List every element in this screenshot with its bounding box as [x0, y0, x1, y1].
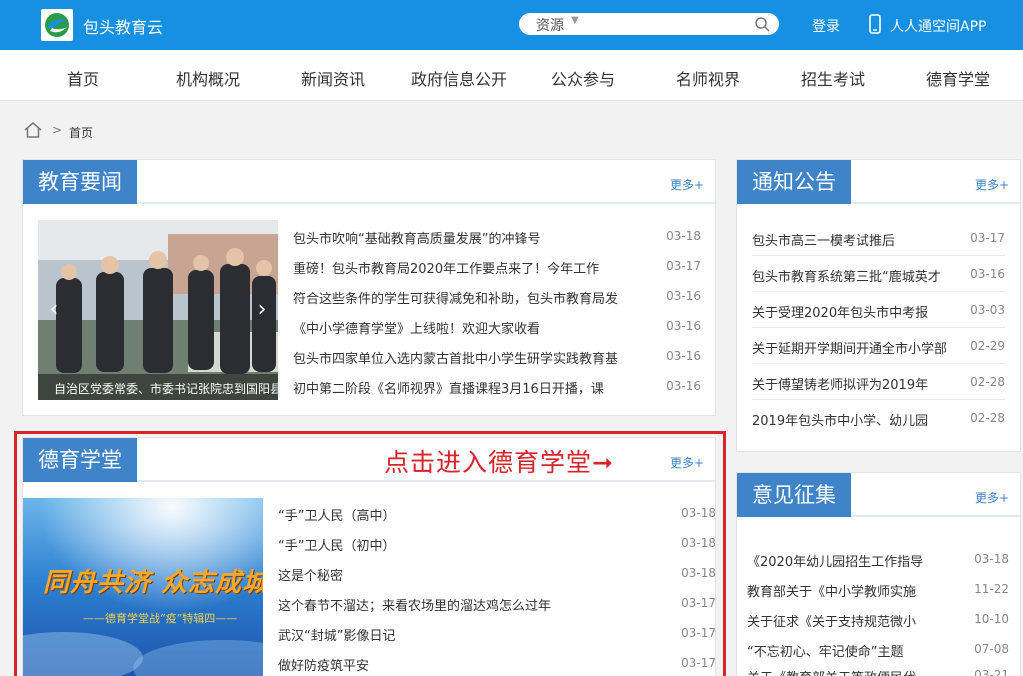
nav-item-moral-hall[interactable]: 德育学堂: [926, 66, 990, 90]
main-nav: 首页 机构概况 新闻资讯 政府信息公开 公众参与 名师视界 招生考试 德育学堂: [0, 50, 1023, 101]
news-date: 03-18: [666, 229, 701, 243]
education-news-panel: 教育要闻 更多+ ‹ › 自治区党委常委、市委书记张院忠到国阳县 包头市吹响“基…: [22, 159, 716, 416]
list-item[interactable]: 初中第二阶段《名师视界》直播课程3月16日开播，课 03-16: [293, 371, 701, 401]
panel-title[interactable]: 通知公告: [737, 160, 851, 204]
notice-date: 02-28: [970, 411, 1005, 425]
panel-header: 教育要闻 更多+: [23, 160, 715, 204]
news-date: 03-16: [666, 349, 701, 363]
nav-item-public-participation[interactable]: 公众参与: [551, 66, 615, 90]
list-item[interactable]: 《中小学德育学堂》上线啦！欢迎大家收看 03-16: [293, 311, 701, 341]
top-bar: 包头教育云 资源 ▼ 登录 人人通空间APP: [0, 0, 1023, 50]
login-link[interactable]: 登录: [812, 16, 840, 36]
list-item[interactable]: 包头市教育系统第三批“鹿城英才 03-16: [752, 256, 1005, 292]
panel-title[interactable]: 教育要闻: [23, 160, 137, 204]
nav-item-organization[interactable]: 机构概况: [176, 66, 240, 90]
opinion-title[interactable]: 《2020年幼儿园招生工作指导: [747, 551, 957, 570]
search-icon[interactable]: [754, 16, 770, 32]
notice-title[interactable]: 关于延期开学期间开通全市小学部: [752, 338, 964, 357]
highlight-box: [14, 431, 726, 676]
nav-item-home[interactable]: 首页: [67, 66, 99, 90]
news-title[interactable]: 符合这些条件的学生可获得减免和补助，包头市教育局发: [293, 288, 649, 307]
slideshow-caption[interactable]: 自治区党委常委、市委书记张院忠到国阳县: [54, 380, 278, 397]
site-logo-icon[interactable]: [41, 9, 73, 41]
chevron-down-icon[interactable]: ▼: [571, 15, 579, 26]
nav-item-admission-exams[interactable]: 招生考试: [801, 66, 865, 90]
annotation-text: 点击进入德育学堂➞: [384, 448, 614, 477]
slideshow-next-button[interactable]: ›: [250, 298, 274, 322]
panel-header: 意见征集 更多+: [737, 473, 1020, 517]
list-item[interactable]: 包头市吹响“基础教育高质量发展”的冲锋号 03-18: [293, 221, 701, 251]
opinion-date: 11-22: [974, 582, 1009, 596]
notice-title[interactable]: 关于傅望铸老师拟评为2019年: [752, 374, 964, 393]
news-title[interactable]: 初中第二阶段《名师视界》直播课程3月16日开播，课: [293, 378, 649, 397]
notice-date: 03-03: [970, 303, 1005, 317]
notice-title[interactable]: 关于受理2020年包头市中考报: [752, 302, 964, 321]
opinion-date: 03-18: [974, 552, 1009, 566]
more-link[interactable]: 更多+: [975, 176, 1009, 193]
nav-item-news[interactable]: 新闻资讯: [301, 66, 365, 90]
search-type-select[interactable]: 资源: [536, 15, 564, 35]
opinions-panel: 意见征集 更多+ 《2020年幼儿园招生工作指导 03-18 教育部关于《中小学…: [736, 472, 1021, 676]
phone-icon[interactable]: [869, 14, 881, 34]
list-item[interactable]: 关于傅望铸老师拟评为2019年 02-28: [752, 364, 1005, 400]
notices-panel: 通知公告 更多+ 包头市高三一模考试推后 03-17 包头市教育系统第三批“鹿城…: [736, 159, 1021, 452]
notice-title[interactable]: 包头市教育系统第三批“鹿城英才: [752, 266, 964, 285]
nav-item-government-info[interactable]: 政府信息公开: [411, 66, 507, 90]
news-title[interactable]: 包头市吹响“基础教育高质量发展”的冲锋号: [293, 228, 649, 247]
news-title[interactable]: 包头市四家单位入选内蒙古首批中小学生研学实践教育基: [293, 348, 649, 367]
panel-title[interactable]: 意见征集: [737, 473, 851, 517]
opinion-title[interactable]: “不忘初心、牢记使命”主题: [747, 641, 957, 660]
site-title[interactable]: 包头教育云: [83, 14, 163, 38]
notice-title[interactable]: 2019年包头市中小学、幼儿园: [752, 410, 964, 429]
list-item[interactable]: 关于征求《关于支持规范微小 10-10: [747, 604, 1009, 634]
slideshow-caption-bar: 自治区党委常委、市委书记张院忠到国阳县: [38, 374, 278, 400]
home-icon[interactable]: [24, 122, 42, 138]
news-slideshow[interactable]: ‹ › 自治区党委常委、市委书记张院忠到国阳县: [38, 220, 278, 400]
panel-header: 通知公告 更多+: [737, 160, 1020, 204]
notice-date: 03-16: [970, 267, 1005, 281]
list-item[interactable]: 2019年包头市中小学、幼儿园 02-28: [752, 400, 1005, 436]
news-title[interactable]: 重磅！包头市教育局2020年工作要点来了！今年工作: [293, 258, 649, 277]
news-date: 03-16: [666, 319, 701, 333]
news-date: 03-17: [666, 259, 701, 273]
search-box[interactable]: 资源 ▼: [519, 13, 779, 35]
list-item[interactable]: 关于受理2020年包头市中考报 03-03: [752, 292, 1005, 328]
list-item[interactable]: 教育部关于《中小学教师实施 11-22: [747, 574, 1009, 604]
opinion-date: 03-21: [974, 668, 1009, 676]
notice-title[interactable]: 包头市高三一模考试推后: [752, 230, 964, 249]
more-link[interactable]: 更多+: [975, 489, 1009, 506]
more-link[interactable]: 更多+: [670, 176, 704, 193]
notice-date: 03-17: [970, 231, 1005, 245]
list-item[interactable]: 关于《教育部关于等政便民代 03-21: [747, 660, 1009, 676]
list-item[interactable]: 关于延期开学期间开通全市小学部 02-29: [752, 328, 1005, 364]
opinion-title[interactable]: 关于征求《关于支持规范微小: [747, 611, 957, 630]
opinion-title[interactable]: 关于《教育部关于等政便民代: [747, 667, 957, 676]
breadcrumb-separator: >: [52, 123, 63, 137]
news-title[interactable]: 《中小学德育学堂》上线啦！欢迎大家收看: [293, 318, 649, 337]
notice-date: 02-29: [970, 339, 1005, 353]
opinion-date: 07-08: [974, 642, 1009, 656]
opinion-title[interactable]: 教育部关于《中小学教师实施: [747, 581, 957, 600]
news-date: 03-16: [666, 289, 701, 303]
app-link[interactable]: 人人通空间APP: [890, 16, 986, 36]
breadcrumb-home[interactable]: 首页: [69, 124, 93, 141]
slideshow-photo: [38, 220, 278, 400]
list-item[interactable]: 包头市高三一模考试推后 03-17: [752, 220, 1005, 256]
nav-item-teacher-vision[interactable]: 名师视界: [676, 66, 740, 90]
notice-date: 02-28: [970, 375, 1005, 389]
slideshow-prev-button[interactable]: ‹: [42, 298, 66, 322]
opinion-date: 10-10: [974, 612, 1009, 626]
news-date: 03-16: [666, 379, 701, 393]
list-item[interactable]: 重磅！包头市教育局2020年工作要点来了！今年工作 03-17: [293, 251, 701, 281]
list-item[interactable]: 《2020年幼儿园招生工作指导 03-18: [747, 544, 1009, 574]
list-item[interactable]: 符合这些条件的学生可获得减免和补助，包头市教育局发 03-16: [293, 281, 701, 311]
list-item[interactable]: 包头市四家单位入选内蒙古首批中小学生研学实践教育基 03-16: [293, 341, 701, 371]
